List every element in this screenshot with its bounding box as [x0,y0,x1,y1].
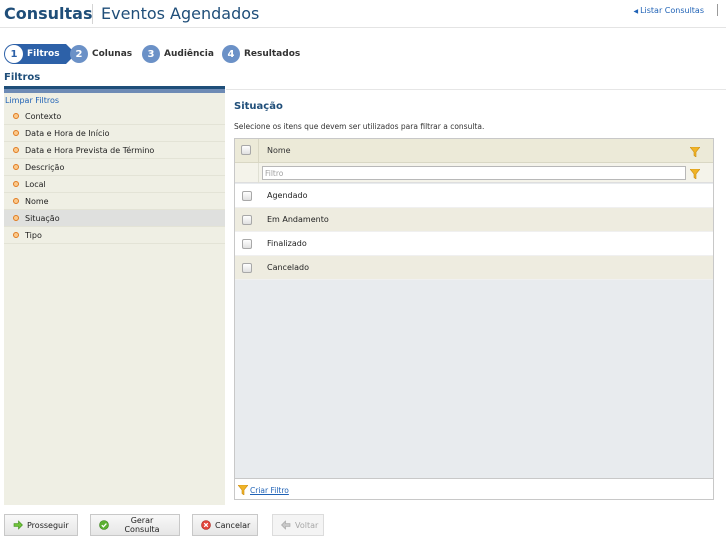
sidebar-item-label: Data e Hora Prevista de Término [25,145,155,155]
bullet-icon [13,164,19,170]
create-filter-link[interactable]: Criar Filtro [238,485,289,495]
step-colunas[interactable]: 2 Colunas [70,44,132,64]
step-number: 1 [5,45,23,63]
funnel-icon [238,485,248,495]
sidebar-item-label: Data e Hora de Início [25,128,110,138]
step-number: 2 [70,45,88,63]
title-divider [92,4,93,24]
select-all-checkbox[interactable] [241,145,251,155]
wizard-steps: 1 Filtros 2 Colunas 3 Audiência 4 Result… [4,44,404,64]
page-title: Consultas [4,4,93,23]
bullet-icon [13,181,19,187]
step-label: Filtros [27,49,60,59]
create-filter-label: Criar Filtro [250,485,289,495]
sidebar-item-label: Nome [25,196,49,206]
list-queries-link[interactable]: ◀ Listar Consultas [633,6,704,15]
row-label: Agendado [267,191,308,200]
options-grid: Nome Agendado Em Andamento Finalizado Ca… [234,138,714,500]
sidebar-item-data-termino[interactable]: Data e Hora Prevista de Término [4,142,225,159]
sidebar-item-data-inicio[interactable]: Data e Hora de Início [4,125,225,142]
step-filtros[interactable]: 1 Filtros [4,44,76,64]
sidebar-item-label: Tipo [25,230,42,240]
row-checkbox[interactable] [242,239,252,249]
sidebar-item-label: Situação [25,213,60,223]
filter-description: Selecione os itens que devem ser utiliza… [234,122,485,131]
sidebar-item-label: Local [25,179,46,189]
table-row[interactable]: Finalizado [235,232,713,256]
list-queries-label: Listar Consultas [640,6,704,15]
grid-header: Nome [235,139,713,163]
arrow-right-icon [13,520,23,530]
column-header-nome[interactable]: Nome [267,146,291,155]
grid-rows: Agendado Em Andamento Finalizado Cancela… [235,184,713,280]
bullet-icon [13,198,19,204]
arrow-left-icon [281,520,291,530]
clear-filters-link[interactable]: Limpar Filtros [5,96,59,105]
caret-left-icon: ◀ [633,8,639,15]
sidebar-item-contexto[interactable]: Contexto [4,108,225,125]
sidebar-item-descricao[interactable]: Descrição [4,159,225,176]
bullet-icon [13,113,19,119]
back-label: Voltar [295,520,319,530]
filter-title: Situação [234,101,283,112]
continue-button[interactable]: Prosseguir [4,514,78,536]
apply-filter-icon[interactable] [690,169,700,179]
row-label: Em Andamento [267,215,329,224]
header-checkbox-cell [235,139,259,163]
step-label: Colunas [92,49,133,59]
step-label: Resultados [244,49,301,59]
grid-footer: Criar Filtro [235,478,713,499]
cancel-button[interactable]: Cancelar [192,514,258,536]
header-divider [0,27,726,28]
page-subtitle: Eventos Agendados [101,4,260,23]
step-number: 4 [222,45,240,63]
sidebar-item-label: Contexto [25,111,62,121]
filter-checkbox-cell [235,163,259,183]
sidebar-item-tipo[interactable]: Tipo [4,227,225,244]
bullet-icon [13,147,19,153]
step-label: Audiência [164,49,214,59]
sidebar-item-local[interactable]: Local [4,176,225,193]
check-circle-icon [99,520,109,530]
bullet-icon [13,130,19,136]
sidebar-item-label: Descrição [25,162,65,172]
sidebar-item-nome[interactable]: Nome [4,193,225,210]
filter-sidebar: Limpar Filtros Contexto Data e Hora de I… [4,93,225,505]
bullet-icon [13,215,19,221]
cancel-circle-icon [201,520,211,530]
step-resultados[interactable]: 4 Resultados [222,44,300,64]
table-row[interactable]: Em Andamento [235,208,713,232]
row-checkbox[interactable] [242,191,252,201]
back-button[interactable]: Voltar [272,514,324,536]
bullet-icon [13,232,19,238]
row-checkbox[interactable] [242,215,252,225]
section-title: Filtros [4,72,41,83]
row-label: Finalizado [267,239,307,248]
step-audiencia[interactable]: 3 Audiência [142,44,214,64]
sidebar-item-situacao[interactable]: Situação [4,210,225,227]
section-divider [226,89,726,90]
cancel-label: Cancelar [215,520,251,530]
step-number: 3 [142,45,160,63]
column-filter-input[interactable] [262,166,686,180]
filter-list: Contexto Data e Hora de Início Data e Ho… [4,108,225,244]
row-label: Cancelado [267,263,309,272]
filter-funnel-icon[interactable] [690,147,700,157]
row-checkbox[interactable] [242,263,252,273]
grid-filter-row [235,163,713,183]
table-row[interactable]: Cancelado [235,256,713,280]
generate-query-button[interactable]: Gerar Consulta [90,514,180,536]
page-header: Consultas Eventos Agendados ◀ Listar Cons… [4,2,722,26]
table-row[interactable]: Agendado [235,184,713,208]
header-link-divider [717,4,718,16]
generate-query-label: Gerar Consulta [124,516,160,534]
continue-label: Prosseguir [27,520,69,530]
